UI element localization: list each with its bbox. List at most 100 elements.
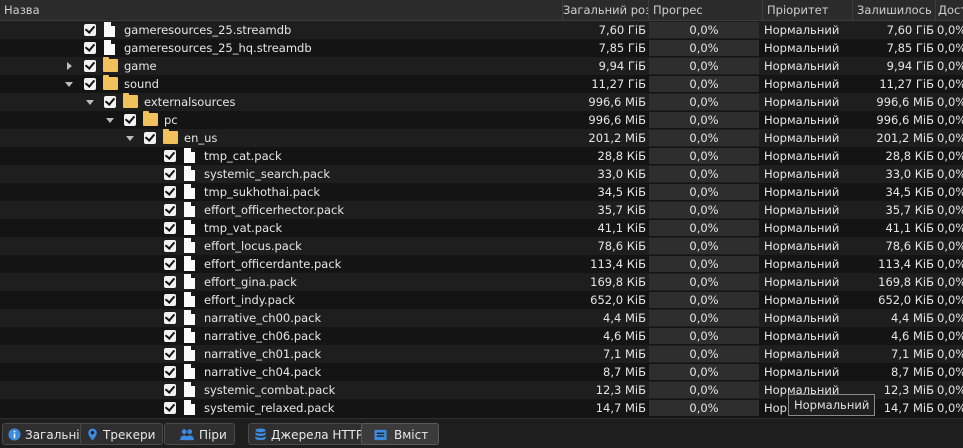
- column-header-remaining[interactable]: Залишилось: [852, 0, 936, 20]
- checkbox[interactable]: [84, 42, 96, 54]
- progress-bar: 0,0%: [648, 399, 760, 417]
- checkbox[interactable]: [84, 24, 96, 36]
- checkbox[interactable]: [164, 222, 176, 234]
- checkbox[interactable]: [164, 186, 176, 198]
- availability: 0,0%: [937, 95, 963, 109]
- tab-general-label: Загальні: [25, 428, 80, 442]
- tab-peers[interactable]: Піри: [164, 423, 235, 445]
- expand-arrow-down-icon[interactable]: [106, 118, 114, 123]
- progress-text: 0,0%: [689, 275, 719, 289]
- column-header-progress[interactable]: Прогрес: [648, 0, 762, 20]
- priority: Нормальний: [764, 41, 840, 55]
- expand-arrow-down-icon[interactable]: [126, 136, 134, 141]
- priority: Нормальний: [764, 347, 840, 361]
- remaining: 28,8 КіБ: [885, 149, 934, 163]
- checkbox[interactable]: [164, 312, 176, 324]
- tree-row[interactable]: narrative_ch01.pack 7,1 МіБ Нормальний 7,1 …: [0, 345, 963, 363]
- checkbox[interactable]: [164, 366, 176, 378]
- expand-arrow-right-icon[interactable]: [67, 62, 72, 70]
- availability: 0,0%: [937, 365, 963, 379]
- tree-row[interactable]: game9,94 ГіБНормальний9,94 ГіБ0,0%0,0%: [0, 57, 963, 75]
- column-header-name[interactable]: Назва: [0, 0, 562, 20]
- tree-row[interactable]: narrative_ch04.pack 8,7 МіБ Нормальний 8,7 …: [0, 363, 963, 381]
- tree-row[interactable]: externalsources 996,6 МіБ Нормальний 996,6 …: [0, 93, 963, 111]
- total-size: 652,0 КіБ: [590, 293, 646, 307]
- file-icon: [184, 166, 195, 181]
- tree-row[interactable]: tmp_cat.pack 28,8 КіБ Нормальний 28,8 КіБ 0,…: [0, 147, 963, 165]
- tree-row[interactable]: narrative_ch06.pack 4,6 МіБ Нормальний 4,6 …: [0, 327, 963, 345]
- checkbox[interactable]: [164, 330, 176, 342]
- tab-general[interactable]: Загальні: [2, 423, 88, 445]
- checkbox[interactable]: [164, 294, 176, 306]
- availability: 0,0%: [937, 239, 963, 253]
- tree-row[interactable]: effort_officerhector.pack 35,7 КіБ Нормаль…: [0, 201, 963, 219]
- checkbox[interactable]: [164, 240, 176, 252]
- remaining: 34,5 КіБ: [885, 185, 934, 199]
- tree-row[interactable]: narrative_ch00.pack 4,4 МіБ Нормальний 4,4 …: [0, 309, 963, 327]
- checkbox[interactable]: [164, 258, 176, 270]
- tree-row[interactable]: pc996,6 МіБНормальний996,6 МіБ0,0%0,0%: [0, 111, 963, 129]
- column-header-availability[interactable]: Дост: [935, 0, 963, 20]
- bottom-tab-bar: Загальні Трекери Піри Джерела HTTP Вміст: [0, 418, 963, 448]
- remaining: 996,6 МіБ: [876, 95, 934, 109]
- checkbox[interactable]: [164, 276, 176, 288]
- expand-arrow-down-icon[interactable]: [65, 82, 73, 87]
- priority: Нормальний: [764, 95, 840, 109]
- database-icon: [255, 428, 266, 441]
- checkbox[interactable]: [164, 348, 176, 360]
- remaining: 11,27 ГіБ: [879, 77, 934, 91]
- remaining: 8,7 МіБ: [891, 365, 934, 379]
- remaining: 4,6 МіБ: [891, 329, 934, 343]
- remaining: 7,1 МіБ: [891, 347, 934, 361]
- checkbox[interactable]: [84, 78, 96, 90]
- checkbox[interactable]: [164, 150, 176, 162]
- total-size: 4,4 МіБ: [603, 311, 646, 325]
- tree-row[interactable]: gameresources_25.streamdb 7,60 ГіБ Нормаль…: [0, 21, 963, 39]
- progress-bar: 0,0%: [648, 21, 760, 39]
- checkbox[interactable]: [164, 204, 176, 216]
- tree-row[interactable]: systemic_search.pack 33,0 КіБ Нормальний 33…: [0, 165, 963, 183]
- priority: Нормальний: [764, 257, 840, 271]
- checkbox[interactable]: [164, 402, 176, 414]
- checkbox[interactable]: [144, 132, 156, 144]
- checkbox[interactable]: [164, 384, 176, 396]
- tab-peers-label: Піри: [199, 428, 227, 442]
- tree-row[interactable]: en_us201,2 МіБНормальний201,2 МіБ0,0%0,0…: [0, 129, 963, 147]
- file-name: effort_gina.pack: [204, 275, 297, 289]
- remaining: 4,4 МіБ: [891, 311, 934, 325]
- tree-row[interactable]: sound11,27 ГіБНормальний11,27 ГіБ0,0%0,0…: [0, 75, 963, 93]
- tree-row[interactable]: tmp_sukhothai.pack 34,5 КіБ Нормальний 34,5…: [0, 183, 963, 201]
- file-name: narrative_ch06.pack: [204, 329, 322, 343]
- folder-icon: [143, 111, 158, 126]
- progress-text: 0,0%: [689, 41, 719, 55]
- priority: Нормальний: [764, 59, 840, 73]
- tab-http-sources[interactable]: Джерела HTTP: [248, 423, 372, 445]
- tree-row[interactable]: effort_locus.pack 78,6 КіБ Нормальний 78,6 …: [0, 237, 963, 255]
- progress-text: 0,0%: [689, 167, 719, 181]
- file-name: tmp_cat.pack: [204, 149, 282, 163]
- column-header-total-size[interactable]: Загальний розмір: [562, 0, 648, 20]
- checkbox[interactable]: [164, 168, 176, 180]
- checkbox[interactable]: [104, 96, 116, 108]
- progress-bar: 0,0%: [648, 255, 760, 273]
- tree-row[interactable]: effort_indy.pack 652,0 КіБ Нормальний 652,0…: [0, 291, 963, 309]
- column-header-priority[interactable]: Пріоритет: [762, 0, 852, 20]
- users-icon: [180, 429, 194, 441]
- tree-row[interactable]: gameresources_25_hq.streamdb 7,85 ГіБ Норм…: [0, 39, 963, 57]
- total-size: 113,4 КіБ: [590, 257, 646, 271]
- tab-content[interactable]: Вміст: [361, 423, 440, 445]
- expand-arrow-down-icon[interactable]: [86, 100, 94, 105]
- tab-content-label: Вміст: [394, 428, 429, 442]
- remaining: 78,6 КіБ: [885, 239, 934, 253]
- checkbox[interactable]: [124, 114, 136, 126]
- tree-row[interactable]: tmp_vat.pack 41,1 КіБ Нормальний 41,1 КіБ 0,…: [0, 219, 963, 237]
- tree-row[interactable]: effort_officerdante.pack 113,4 КіБ Нормаль…: [0, 255, 963, 273]
- file-name: narrative_ch01.pack: [204, 347, 322, 361]
- priority: Нормальний: [764, 329, 840, 343]
- tree-row[interactable]: effort_gina.pack 169,8 КіБ Нормальний 169,8…: [0, 273, 963, 291]
- file-name: game: [124, 59, 157, 73]
- checkbox[interactable]: [84, 60, 96, 72]
- progress-bar: 0,0%: [648, 237, 760, 255]
- tab-trackers[interactable]: Трекери: [80, 423, 164, 445]
- availability: 0,0%: [937, 167, 963, 181]
